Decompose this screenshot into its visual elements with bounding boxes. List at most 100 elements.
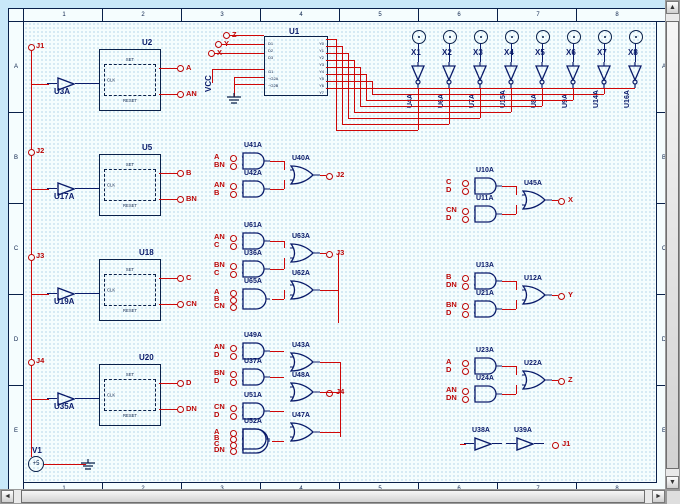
net-label: CN <box>214 301 225 310</box>
vertical-scrollbar[interactable]: ▲ ▼ <box>665 0 680 490</box>
port-a <box>177 65 184 72</box>
ref-label: U14A <box>593 90 600 108</box>
net-label: DN <box>446 280 457 289</box>
ref-label: U52A <box>244 418 262 425</box>
ref-label: U49A <box>244 332 262 339</box>
wire <box>502 309 516 310</box>
wire <box>480 43 481 62</box>
connector-x5 <box>536 30 550 44</box>
inverter-u4a <box>410 62 426 88</box>
port <box>230 155 237 162</box>
connector-x6 <box>567 30 581 44</box>
ref-label: U41A <box>244 142 262 149</box>
wire <box>31 399 49 400</box>
wire <box>159 199 177 200</box>
scroll-left-button[interactable]: ◄ <box>1 490 14 503</box>
and-gate <box>242 260 270 278</box>
port <box>326 173 333 180</box>
ruler-tick: 6 <box>418 9 499 21</box>
wire <box>480 88 481 118</box>
ref-label: U37A <box>244 358 262 365</box>
scroll-up-button[interactable]: ▲ <box>666 1 679 14</box>
and-gate <box>474 272 502 290</box>
wire <box>212 69 213 83</box>
and-gate <box>474 300 502 318</box>
connector-x4 <box>505 30 519 44</box>
port <box>230 263 237 270</box>
wire <box>516 186 517 195</box>
wire <box>85 83 99 84</box>
or-gate <box>522 190 552 210</box>
wire <box>320 432 340 433</box>
wire <box>342 46 343 124</box>
port <box>462 216 469 223</box>
wire <box>326 74 366 75</box>
wire <box>320 290 338 291</box>
wire <box>449 43 450 62</box>
port <box>462 396 469 403</box>
and-gate <box>242 152 270 170</box>
port-d <box>177 380 184 387</box>
ref-label: U43A <box>292 342 310 349</box>
ref-ff: U18 <box>139 248 154 257</box>
or-gate <box>522 285 552 305</box>
wire <box>272 299 284 300</box>
wire <box>31 47 32 457</box>
wire <box>348 53 349 118</box>
port <box>230 271 237 278</box>
and3-gate <box>242 288 270 310</box>
wire <box>326 88 378 89</box>
ref-label: U23A <box>476 347 494 354</box>
wire <box>270 377 284 378</box>
port <box>230 304 237 311</box>
wire <box>212 69 264 70</box>
wire <box>159 383 177 384</box>
ref-label: U62A <box>292 270 310 277</box>
ref-label: U16A <box>624 90 631 108</box>
wire <box>284 241 285 248</box>
ref-label: X1 <box>411 48 421 57</box>
scrollbar-corner <box>666 490 680 504</box>
connector-x7 <box>598 30 612 44</box>
wire <box>502 186 516 187</box>
net-label: C <box>214 240 219 249</box>
buffer <box>474 437 492 451</box>
wire <box>85 398 99 399</box>
wire <box>270 351 284 352</box>
net-label: DN <box>186 404 197 413</box>
flipflop-u20: SETCLKRESET <box>99 364 161 426</box>
net-label: B <box>186 168 191 177</box>
ruler-tick: 3 <box>181 9 262 21</box>
ref-label: U40A <box>292 155 310 162</box>
ref-label: X8 <box>628 48 638 57</box>
inverter-u15a <box>503 62 519 88</box>
scroll-down-button[interactable]: ▼ <box>666 476 679 489</box>
source-v1: +5 <box>28 456 44 472</box>
ruler-tick: D <box>9 294 23 385</box>
net-label: BN <box>214 160 225 169</box>
port-dn <box>177 406 184 413</box>
wire <box>284 258 285 269</box>
ruler-tick: 4 <box>260 9 341 21</box>
horizontal-scrollbar[interactable]: ◄ ► <box>0 489 666 504</box>
scroll-right-button[interactable]: ► <box>652 490 665 503</box>
or-gate <box>290 382 320 402</box>
ref-ff: U20 <box>139 353 154 362</box>
wire <box>284 290 285 299</box>
ref-label: U11A <box>476 195 494 202</box>
port <box>230 413 237 420</box>
net-label: B <box>214 188 219 197</box>
inverter-u8a <box>534 62 550 88</box>
or-gate <box>290 352 320 372</box>
wire <box>552 295 558 296</box>
ref-label: X2 <box>442 48 452 57</box>
buffer <box>516 437 534 451</box>
port <box>230 290 237 297</box>
net-label: J2 <box>336 170 344 179</box>
scroll-thumb[interactable] <box>666 21 679 469</box>
ref-label: U13A <box>476 262 494 269</box>
wire <box>502 214 516 215</box>
ref-buf: U17A <box>54 192 74 201</box>
port <box>462 188 469 195</box>
scroll-thumb[interactable] <box>21 490 645 503</box>
